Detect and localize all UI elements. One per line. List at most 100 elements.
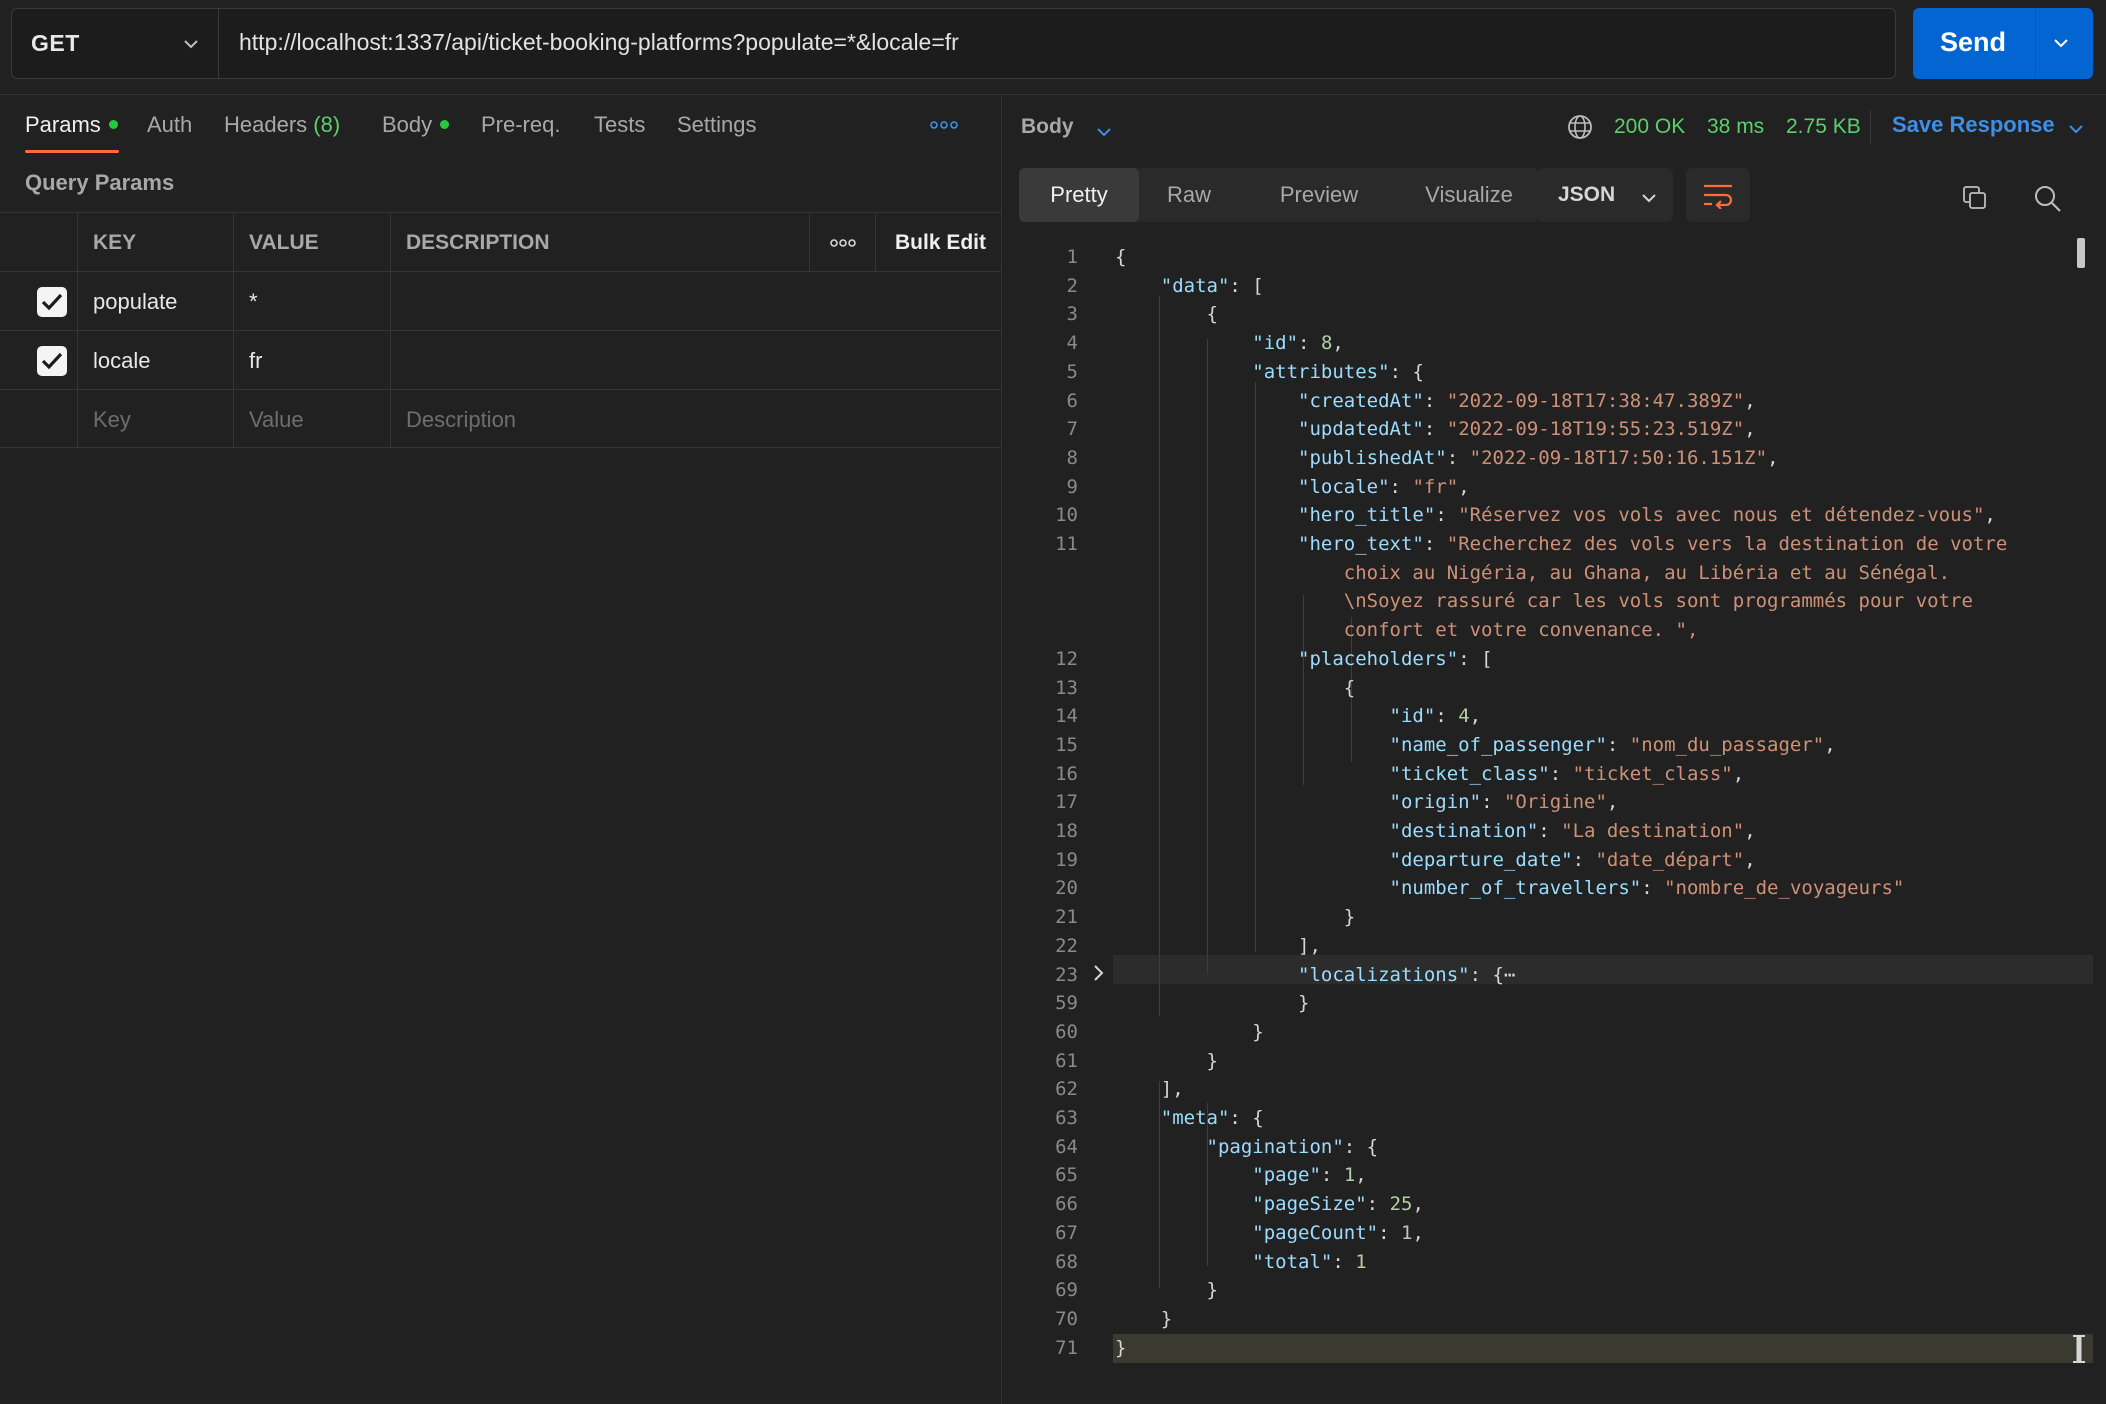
tab-body[interactable]: Body [382, 112, 450, 138]
tab-auth[interactable]: Auth [147, 112, 192, 138]
header-description: DESCRIPTION [390, 213, 809, 272]
line-number: 59 [1055, 992, 1078, 1015]
line-number: 6 [1066, 389, 1078, 412]
checkbox-checked-icon[interactable] [37, 287, 67, 317]
body-active-dot [440, 119, 450, 129]
format-select[interactable]: JSON [1538, 168, 1673, 222]
code-line: "id": 4, [1389, 705, 1482, 728]
tab-prereq[interactable]: Pre-req. [481, 112, 560, 138]
code-line: "pageSize": 25, [1252, 1193, 1424, 1216]
row-check-cell [0, 331, 77, 390]
send-button[interactable]: Send [1913, 8, 2093, 79]
url-input[interactable]: http://localhost:1337/api/ticket-booking… [239, 29, 959, 56]
tab-raw[interactable]: Raw [1139, 168, 1239, 222]
line-number: 18 [1055, 820, 1078, 842]
chevron-down-icon[interactable] [2052, 34, 2070, 52]
code-line: } [1115, 1307, 1173, 1330]
more-horizontal-icon[interactable] [930, 120, 958, 130]
code-line: "destination": "La destination", [1389, 820, 1756, 842]
line-number: 65 [1055, 1164, 1078, 1187]
code-line: "ticket_class": "ticket_class", [1389, 762, 1745, 785]
tab-params-label: Params [25, 112, 101, 137]
request-pane: Params Auth Headers (8) Body Pre-req. Te… [0, 96, 1002, 1404]
headers-count: (8) [313, 112, 341, 137]
code-line: "name_of_passenger": "nom_du_passager", [1389, 733, 1836, 756]
search-icon[interactable] [2033, 184, 2063, 214]
code-line: "locale": "fr", [1298, 475, 1470, 498]
line-number: 64 [1055, 1135, 1078, 1158]
table-row: locale fr [0, 330, 1003, 390]
param-value[interactable]: * [233, 272, 390, 331]
code-line: "hero_text": "Recherchez des vols vers l… [1298, 533, 2008, 555]
divider [1870, 110, 1871, 144]
code-line: "localizations": {⋯ [1298, 963, 1516, 986]
line-number: 69 [1055, 1279, 1078, 1302]
param-description[interactable] [390, 331, 1003, 390]
wrap-lines-icon [1704, 184, 1733, 209]
response-size[interactable]: 2.75 KB [1786, 115, 1861, 139]
code-line: "total": 1 [1252, 1250, 1367, 1273]
response-section-label[interactable]: Body [1021, 115, 1074, 139]
chevron-down-icon[interactable] [1095, 123, 1113, 141]
line-number: 16 [1055, 762, 1078, 785]
method-select[interactable]: GET [12, 9, 219, 78]
tab-preview[interactable]: Preview [1239, 168, 1399, 222]
table-more-cell[interactable] [809, 213, 875, 272]
method-label: GET [31, 30, 80, 56]
tab-tests[interactable]: Tests [594, 112, 645, 138]
new-value-input[interactable]: Value [233, 390, 390, 449]
more-horizontal-icon[interactable] [830, 238, 856, 248]
send-label: Send [1940, 27, 2007, 57]
line-number: 19 [1055, 848, 1078, 871]
code-line: } [1115, 1336, 1127, 1359]
line-number: 15 [1055, 733, 1078, 756]
chevron-down-icon[interactable] [2067, 120, 2085, 138]
code-line: ], [1115, 1078, 1184, 1101]
line-number: 11 [1055, 533, 1078, 555]
new-key-input[interactable]: Key [77, 390, 233, 449]
json-viewer[interactable]: 1 {2 "data": [3 {4 "id": 8, 5 "attributes"… [1003, 238, 2106, 1404]
code-line: "placeholders": [ [1298, 647, 1493, 670]
header-value: VALUE [233, 213, 390, 272]
param-key[interactable]: locale [77, 331, 233, 390]
scrollbar-thumb[interactable] [2077, 238, 2085, 268]
line-number: 7 [1066, 418, 1078, 441]
tab-headers[interactable]: Headers (8) [224, 112, 340, 138]
line-number: 9 [1066, 475, 1078, 498]
wrap-lines-button[interactable] [1686, 168, 1750, 222]
line-number: 21 [1055, 906, 1078, 929]
code-line: "departure_date": "date_départ", [1389, 848, 1756, 871]
code-line: "page": 1, [1252, 1164, 1367, 1187]
tab-visualize[interactable]: Visualize [1399, 168, 1539, 222]
bulk-edit-button[interactable]: Bulk Edit [875, 213, 1002, 272]
line-number: 62 [1055, 1078, 1078, 1101]
globe-icon[interactable] [1566, 113, 1594, 141]
row-check-cell [0, 390, 77, 449]
code-line: "hero_title": "Réservez vos vols avec no… [1298, 504, 1996, 527]
checkbox-checked-icon[interactable] [37, 346, 67, 376]
param-value[interactable]: fr [233, 331, 390, 390]
status-badge[interactable]: 200 OK [1614, 115, 1685, 139]
tab-params[interactable]: Params [25, 112, 118, 138]
line-number: 71 [1055, 1336, 1078, 1359]
tab-headers-label: Headers [224, 112, 308, 137]
fold-arrow-icon[interactable] [1091, 962, 1107, 984]
code-line: ], [1115, 934, 1321, 957]
query-params-table: KEY VALUE DESCRIPTION Bulk Edit populate… [0, 212, 1003, 449]
code-line: "origin": "Origine", [1389, 791, 1619, 814]
code-line: "attributes": { [1252, 360, 1424, 383]
tab-settings[interactable]: Settings [677, 112, 757, 138]
code-line: } [1115, 1049, 1218, 1072]
copy-icon[interactable] [1961, 184, 1989, 212]
save-response-button[interactable]: Save Response [1892, 112, 2055, 138]
tab-pretty[interactable]: Pretty [1019, 168, 1139, 222]
param-key[interactable]: populate [77, 272, 233, 331]
line-number: 66 [1055, 1193, 1078, 1216]
param-description[interactable] [390, 272, 1003, 331]
response-time[interactable]: 38 ms [1707, 115, 1764, 139]
header-check-cell [0, 213, 77, 272]
code-line: "number_of_travellers": "nombre_de_voyag… [1389, 877, 1905, 900]
line-number: 12 [1055, 647, 1078, 670]
new-description-input[interactable]: Description [390, 390, 1003, 449]
line-number: 8 [1066, 446, 1078, 469]
